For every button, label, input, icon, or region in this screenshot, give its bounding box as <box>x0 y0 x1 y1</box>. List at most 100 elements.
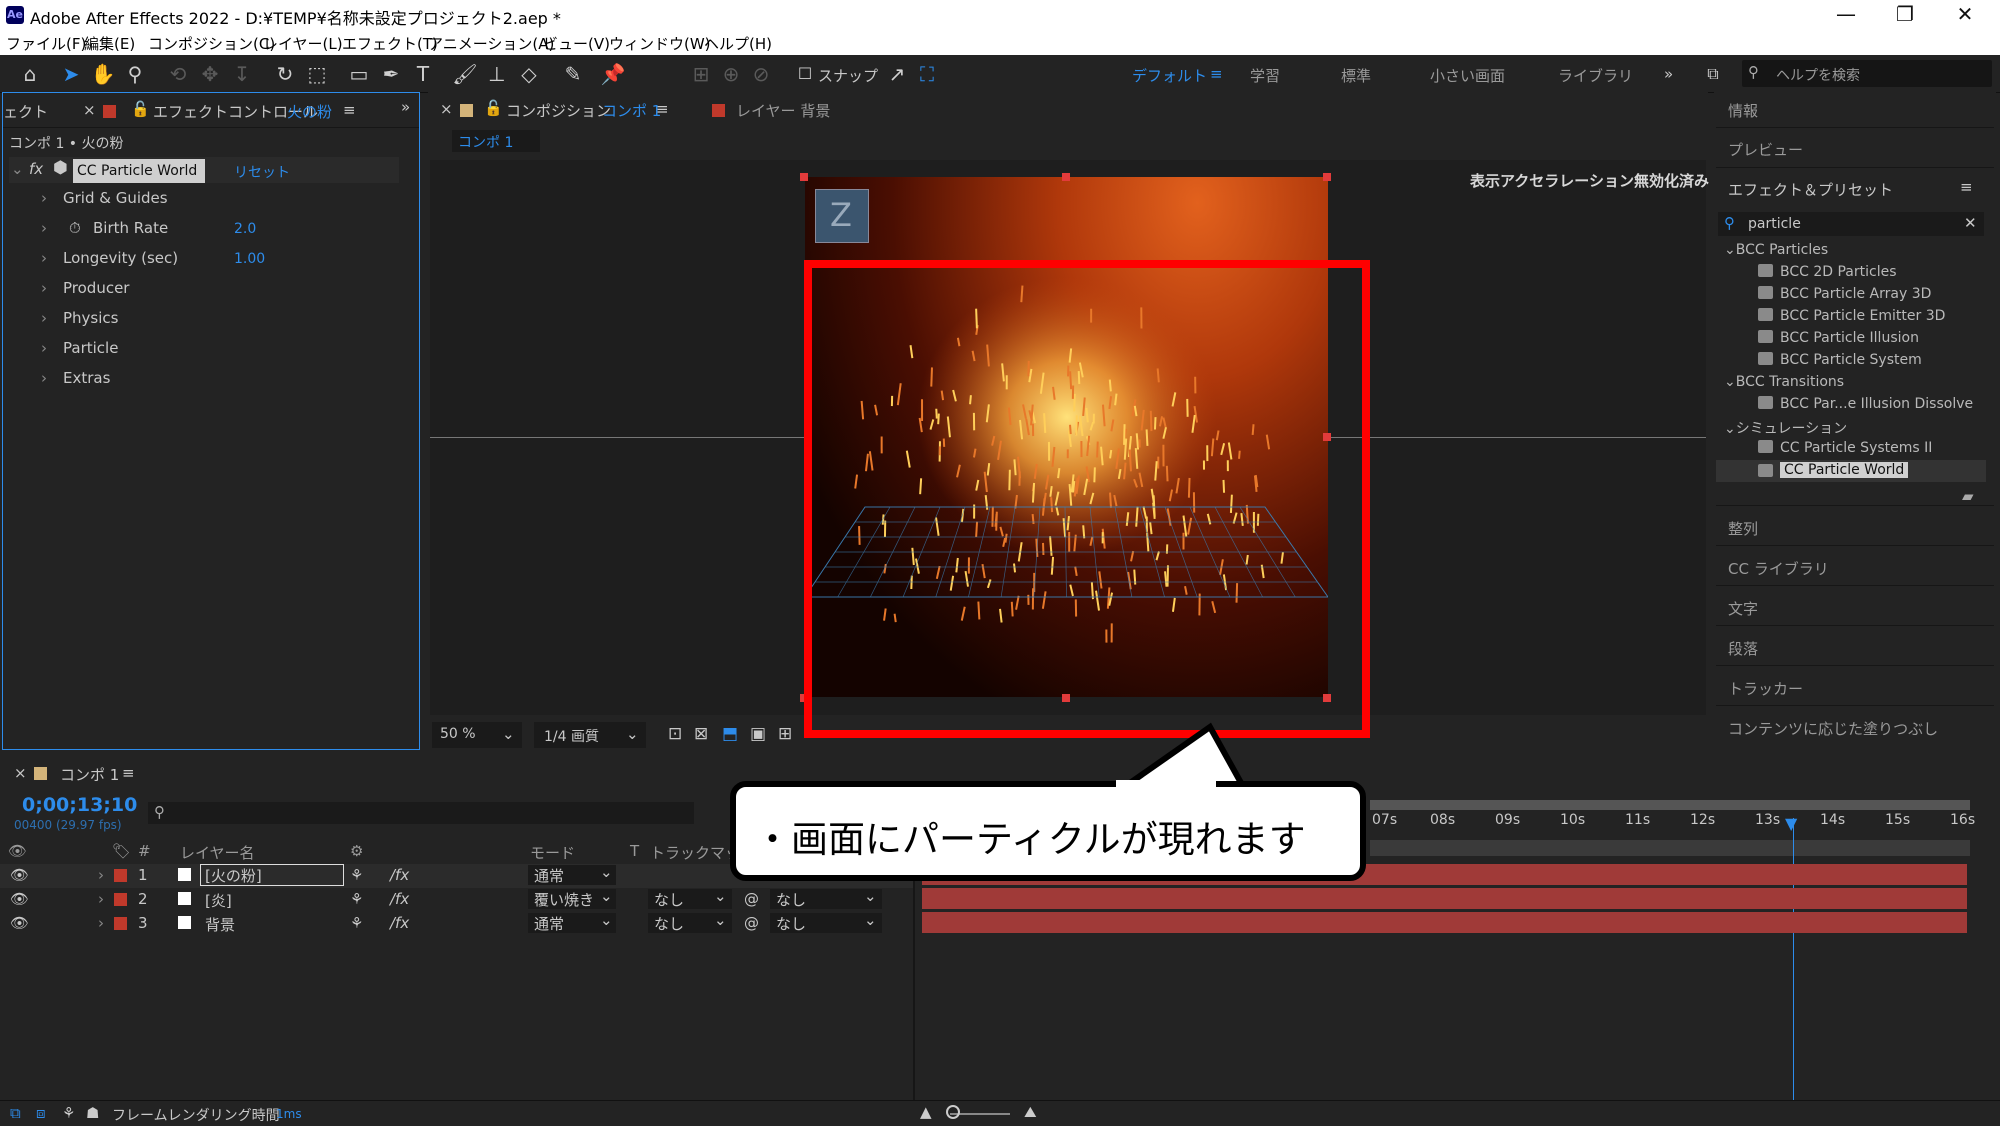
property-value[interactable]: 1.00 <box>234 251 265 267</box>
expand-chevron-icon[interactable]: › <box>41 339 47 357</box>
expand-chevron-icon[interactable]: › <box>41 189 47 207</box>
composition-tab[interactable]: コンポジション <box>506 100 611 121</box>
info-panel-title[interactable]: 情報 <box>1728 100 1758 121</box>
workspace-learn[interactable]: 学習 <box>1250 65 1280 86</box>
tree-item[interactable]: BCC Particle System <box>1758 352 1922 368</box>
layer-label-color[interactable] <box>114 869 127 882</box>
property-longevity[interactable]: › Longevity (sec) 1.00 <box>11 245 399 273</box>
local-axis-icon[interactable]: ⊞ <box>688 61 714 87</box>
reset-link[interactable]: リセット <box>234 162 290 182</box>
panel-divider[interactable] <box>913 862 915 1100</box>
layer-name[interactable]: [炎] <box>205 890 232 911</box>
puppet-pin-icon[interactable]: 📌 <box>600 61 626 87</box>
layer-name[interactable]: [火の粉] <box>200 864 344 886</box>
orbit-camera-icon[interactable]: ⟲ <box>165 61 191 87</box>
layer-name[interactable]: 背景 <box>205 914 235 935</box>
rectangle-tool-icon[interactable]: ▭ <box>346 61 372 87</box>
property-birth-rate[interactable]: › ⏱ Birth Rate 2.0 <box>11 215 399 243</box>
property-grid-guides[interactable]: › Grid & Guides <box>11 185 399 213</box>
close-tab-icon[interactable]: × <box>83 101 96 119</box>
tree-item[interactable]: BCC Particle Emitter 3D <box>1758 308 1945 324</box>
guides-icon[interactable]: ⊞ <box>778 724 792 744</box>
zoom-dropdown[interactable]: 50 % ⌄ <box>432 722 522 748</box>
transform-handle[interactable] <box>1062 173 1070 181</box>
tree-item[interactable]: CC Particle Systems II <box>1758 440 1932 456</box>
menu-help[interactable]: ヘルプ(H) <box>704 33 772 54</box>
minimize-button[interactable]: — <box>1826 2 1866 26</box>
menu-composition[interactable]: コンポジション(C) <box>148 33 275 54</box>
snap-options-icon[interactable]: ↗ <box>884 61 910 87</box>
effect-name[interactable]: CC Particle World <box>73 159 205 183</box>
quality-dropdown[interactable]: 1/4 画質 ⌄ <box>534 722 646 748</box>
eye-icon[interactable]: 👁 <box>10 866 29 884</box>
collapse-chevron-icon[interactable]: ⌄ <box>11 160 24 178</box>
cc-libraries-title[interactable]: CC ライブラリ <box>1728 558 1829 579</box>
pickwhip-icon[interactable]: @ <box>744 914 759 932</box>
clear-search-icon[interactable]: ✕ <box>1964 214 1977 232</box>
pickwhip-icon[interactable]: @ <box>744 890 759 908</box>
layer-label-color[interactable] <box>114 893 127 906</box>
shy-switch-icon[interactable]: ⚘ <box>350 914 363 932</box>
shy-switch-icon[interactable]: ⚘ <box>350 890 363 908</box>
fx-switch-icon[interactable]: /fx <box>390 890 409 908</box>
snap-target-icon[interactable]: ⛶ <box>914 61 940 87</box>
workspace-small-screen[interactable]: 小さい画面 <box>1430 65 1505 86</box>
expand-chevron-icon[interactable]: › <box>41 279 47 297</box>
tree-item[interactable]: BCC Particle Array 3D <box>1758 286 1931 302</box>
roto-brush-icon[interactable]: ✎ <box>560 61 586 87</box>
timeline-tab[interactable]: コンポ 1 <box>60 764 119 785</box>
comp-flowchart-icon[interactable]: ⧉ <box>10 1104 21 1122</box>
clone-stamp-icon[interactable]: ⊥ <box>484 61 510 87</box>
trackmatte-dropdown[interactable]: なし⌄ <box>648 889 732 909</box>
project-tab-fragment[interactable]: ェクト <box>3 101 48 122</box>
text-tool-icon[interactable]: T <box>410 61 436 87</box>
toggle-modes-icon[interactable]: ⚘ <box>62 1104 75 1122</box>
property-value[interactable]: 2.0 <box>234 221 256 237</box>
effects-search-field[interactable]: ⚲ particle ✕ <box>1718 212 1984 236</box>
transform-handle[interactable] <box>800 173 808 181</box>
playhead-line[interactable] <box>1793 818 1794 1100</box>
property-physics[interactable]: › Physics <box>11 305 399 333</box>
toggle-switches-icon[interactable]: ⧈ <box>36 1104 46 1122</box>
expand-chevron-icon[interactable]: › <box>41 219 47 237</box>
zoom-tool-icon[interactable]: ⚲ <box>122 61 148 87</box>
help-search-field[interactable]: ⚲ ヘルプを検索 <box>1742 60 1992 87</box>
parent-dropdown[interactable]: なし⌄ <box>770 889 882 909</box>
composition-name[interactable]: コンポ 1 <box>602 100 661 121</box>
tree-group-simulation[interactable]: ⌄シミュレーション <box>1724 418 1847 438</box>
mode-dropdown[interactable]: 通常⌄ <box>528 913 616 933</box>
panel-menu-icon[interactable]: ≡ <box>122 764 135 782</box>
menu-layer[interactable]: レイヤー(L) <box>263 33 343 54</box>
render-time-icon[interactable]: ☗ <box>86 1104 99 1122</box>
menu-window[interactable]: ウィンドウ(W) <box>609 33 711 54</box>
restore-button[interactable]: ❐ <box>1885 2 1925 26</box>
pen-tool-icon[interactable]: ✒ <box>378 61 404 87</box>
parent-dropdown[interactable]: なし⌄ <box>770 913 882 933</box>
menu-animation[interactable]: アニメーション(A) <box>428 33 554 54</box>
zoom-slider-knob[interactable] <box>946 1105 960 1119</box>
expand-chevron-icon[interactable]: › <box>98 866 104 884</box>
expand-chevron-icon[interactable]: › <box>98 914 104 932</box>
mode-dropdown[interactable]: 覆い焼き⌄ <box>528 889 616 909</box>
expand-chevron-icon[interactable]: › <box>41 249 47 267</box>
hand-tool-icon[interactable]: ✋ <box>90 61 116 87</box>
zoom-in-icon[interactable]: ⛰ <box>1024 1103 1037 1121</box>
mode-dropdown[interactable]: 通常⌄ <box>528 865 616 885</box>
menu-view[interactable]: ビュー(V) <box>543 33 610 54</box>
workspace-menu-icon[interactable]: ≡ <box>1210 65 1223 83</box>
fx-switch-icon[interactable]: /fx <box>390 914 409 932</box>
tree-item[interactable]: BCC Par...e Illusion Dissolve <box>1758 396 1973 412</box>
effect-controls-layer[interactable]: 火の粉 <box>287 101 332 122</box>
lock-icon[interactable]: 🔓 <box>131 100 150 118</box>
trackmatte-dropdown[interactable]: なし⌄ <box>648 913 732 933</box>
layer-duration-bar[interactable] <box>922 912 1967 933</box>
close-tab-icon[interactable]: × <box>14 764 27 782</box>
menu-edit[interactable]: 編集(E) <box>84 33 135 54</box>
pan-camera-icon[interactable]: ✥ <box>197 61 223 87</box>
layer-label-color[interactable] <box>114 917 127 930</box>
eye-icon[interactable]: 👁 <box>10 890 29 908</box>
panel-menu-icon[interactable]: ≡ <box>1960 178 1973 196</box>
workspace-libraries[interactable]: ライブラリ <box>1558 65 1633 86</box>
tree-item[interactable]: BCC Particle Illusion <box>1758 330 1919 346</box>
workspace-more-icon[interactable]: » <box>1664 65 1673 83</box>
